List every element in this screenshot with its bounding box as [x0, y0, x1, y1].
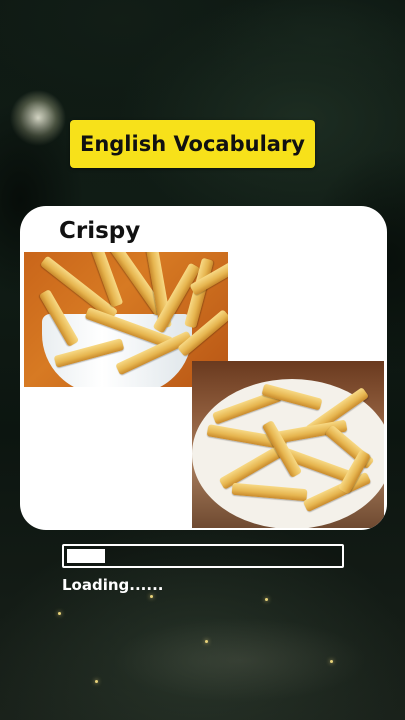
- firefly: [95, 680, 98, 683]
- french-fries-plate-image: [192, 361, 384, 528]
- firefly: [205, 640, 208, 643]
- progress-fill: [67, 549, 105, 563]
- firefly: [330, 660, 333, 663]
- firefly: [265, 598, 268, 601]
- firefly: [150, 595, 153, 598]
- vocabulary-word: Crispy: [59, 218, 141, 244]
- vocabulary-card: Crispy: [20, 206, 387, 530]
- firefly: [58, 612, 61, 615]
- loading-progress-bar: [62, 544, 344, 568]
- loading-label: Loading......: [62, 576, 164, 594]
- page-title: English Vocabulary: [70, 120, 315, 168]
- forest-path: [40, 600, 400, 720]
